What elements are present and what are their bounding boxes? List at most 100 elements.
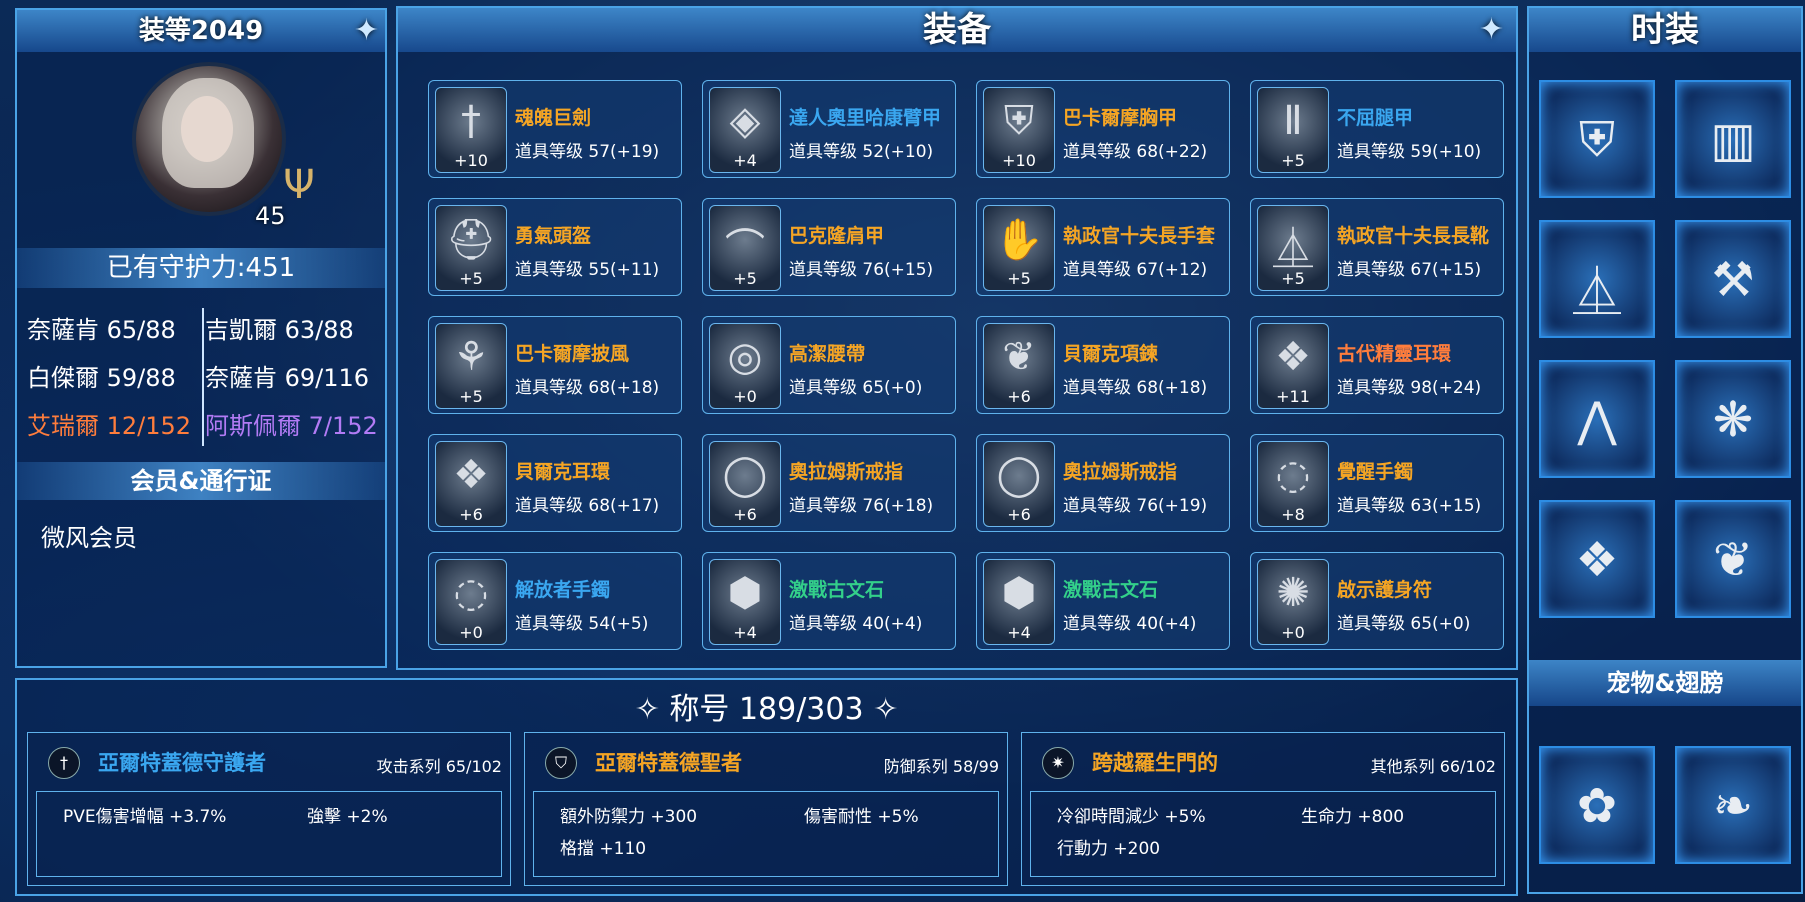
item-level: 道具等级 76(+18) (789, 496, 934, 516)
necklace-icon: ❦ (1712, 532, 1754, 588)
item-level: 道具等级 65(+0) (789, 378, 923, 398)
item-level: 道具等级 68(+18) (1063, 378, 1208, 398)
fashion-slot[interactable]: ▥ (1675, 80, 1791, 198)
equipment-slot[interactable]: ◯ +6 奧拉姆斯戒指 道具等级 76(+19) (976, 434, 1230, 532)
title-name: 亞爾特蓋德守護者 (98, 751, 266, 775)
equipment-panel: 装备 ✦ † +10 魂魄巨劍 道具等级 57(+19) ◈ +4 達人奧里哈康臂… (396, 6, 1518, 670)
stat-item: 吉凱爾 63/88 (205, 316, 354, 344)
enhance-level: +6 (1007, 505, 1031, 524)
equipment-header: 装备 ✦ (398, 8, 1516, 52)
item-name: 激戰古文石 (789, 579, 885, 601)
fashion-slot[interactable]: ❦ (1675, 500, 1791, 618)
item-name: 激戰古文石 (1063, 579, 1159, 601)
equipment-slot[interactable]: † +10 魂魄巨劍 道具等级 57(+19) (428, 80, 682, 178)
pet-slot[interactable]: ❧ (1675, 746, 1791, 864)
enhance-level: +5 (1281, 269, 1305, 288)
fashion-title: 时装 (1631, 10, 1699, 50)
necklace-icon: ❦ +6 (983, 323, 1055, 409)
item-name: 解放者手鐲 (515, 579, 611, 601)
item-name: 高潔腰帶 (789, 343, 866, 365)
pet-slot[interactable]: ✿ (1539, 746, 1655, 864)
shield-icon: ⛉ (545, 747, 577, 779)
item-name: 魂魄巨劍 (515, 107, 592, 129)
item-name: 執政官十夫長長靴 (1337, 225, 1490, 247)
item-level: 道具等级 55(+11) (515, 260, 660, 280)
equipment-slot[interactable]: ⏅ +5 執政官十夫長長靴 道具等级 67(+15) (1250, 198, 1504, 296)
fashion-slot[interactable]: ⚒ (1675, 220, 1791, 338)
item-level: 道具等级 57(+19) (515, 142, 660, 162)
enhance-level: +5 (459, 387, 483, 406)
item-name: 奧拉姆斯戒指 (789, 461, 904, 483)
equipment-slot[interactable]: ◈ +4 達人奧里哈康臂甲 道具等级 52(+10) (702, 80, 956, 178)
title-effect: 傷害耐性 +5% (804, 807, 919, 827)
star-icon: ✷ (1042, 747, 1074, 779)
title-name: 亞爾特蓋德聖者 (595, 751, 742, 775)
boots-icon: ⏅ +5 (1257, 205, 1329, 291)
item-level: 道具等级 76(+19) (1063, 496, 1208, 516)
item-name: 巴卡爾摩披風 (515, 343, 630, 365)
titles-header: ✧ 称号 189/303 ✧ (17, 684, 1516, 728)
equipment-slot[interactable]: ⌒ +5 巴克隆肩甲 道具等级 76(+15) (702, 198, 956, 296)
title-card[interactable]: ✷ 跨越羅生門的 其他系列 66/102 冷卻時間減少 +5% 生命力 +800 行… (1021, 732, 1505, 886)
equipment-slot[interactable]: ⛑ +5 勇氣頭盔 道具等级 55(+11) (428, 198, 682, 296)
chest-armor-icon: ⛨ +10 (983, 87, 1055, 173)
title-series: 攻击系列 65/102 (376, 757, 502, 776)
item-level: 道具等级 67(+12) (1063, 260, 1208, 280)
arrow-right-icon: ✧ (873, 692, 899, 727)
equipment-slot[interactable]: ⬢ +4 激戰古文石 道具等级 40(+4) (976, 552, 1230, 650)
equipment-slot[interactable]: ❖ +6 貝爾克耳環 道具等级 68(+17) (428, 434, 682, 532)
sword-icon: † +10 (435, 87, 507, 173)
title-name: 跨越羅生門的 (1092, 751, 1218, 775)
equipment-slot[interactable]: ⚘ +5 巴卡爾摩披風 道具等级 68(+18) (428, 316, 682, 414)
rune-stone-icon: ⬢ +4 (983, 559, 1055, 645)
character-panel: 装等2049 ✦ Ψ 45 已有守护力:451 奈薩肯 65/88 吉凱爾 63… (15, 8, 387, 668)
fashion-header: 时装 (1529, 8, 1801, 52)
enhance-level: +5 (733, 269, 757, 288)
item-level: 道具等级 65(+0) (1337, 614, 1471, 634)
item-name: 執政官十夫長手套 (1063, 225, 1216, 247)
enhance-level: +0 (459, 623, 483, 642)
enhance-level: +10 (454, 151, 488, 170)
equipment-slot[interactable]: ⛨ +10 巴卡爾摩胸甲 道具等级 68(+22) (976, 80, 1230, 178)
title-effect: PVE傷害增幅 +3.7% (63, 807, 227, 827)
title-effects-box: 冷卻時間減少 +5% 生命力 +800 行動力 +200 (1030, 791, 1496, 877)
fashion-slot[interactable]: ⋀ (1539, 360, 1655, 478)
pet-wings-header: 宠物&翅膀 (1529, 660, 1801, 706)
title-card[interactable]: ⛉ 亞爾特蓋德聖者 防御系列 58/99 額外防禦力 +300 傷害耐性 +5% 格… (524, 732, 1008, 886)
item-name: 不屈腿甲 (1337, 107, 1414, 129)
item-level: 道具等级 76(+15) (789, 260, 934, 280)
item-name: 巴卡爾摩胸甲 (1063, 107, 1178, 129)
equipment-slot[interactable]: ❦ +6 貝爾克項鍊 道具等级 68(+18) (976, 316, 1230, 414)
title-card[interactable]: † 亞爾特蓋德守護者 攻击系列 65/102 PVE傷害增幅 +3.7% 強擊 +… (27, 732, 511, 886)
equipment-slot[interactable]: ◌ +0 解放者手鐲 道具等级 54(+5) (428, 552, 682, 650)
equipment-slot[interactable]: ◯ +6 奧拉姆斯戒指 道具等级 76(+18) (702, 434, 956, 532)
avatar[interactable] (132, 62, 286, 216)
equipment-slot[interactable]: Ⅱ +5 不屈腿甲 道具等级 59(+10) (1250, 80, 1504, 178)
fashion-slot[interactable]: ⛨ (1539, 80, 1655, 198)
equipment-slot[interactable]: ◎ +0 高潔腰帶 道具等级 65(+0) (702, 316, 956, 414)
item-level: 道具等级 59(+10) (1337, 142, 1482, 162)
equipment-slot[interactable]: ◌ +8 覺醒手鐲 道具等级 63(+15) (1250, 434, 1504, 532)
fashion-slot[interactable]: ❖ (1539, 500, 1655, 618)
item-level-text: 装等2049 (138, 16, 264, 46)
item-level: 道具等级 67(+15) (1337, 260, 1482, 280)
enhance-level: +5 (1007, 269, 1031, 288)
fashion-slot[interactable]: ❋ (1675, 360, 1791, 478)
equipment-slot[interactable]: ✺ +0 啟示護身符 道具等级 65(+0) (1250, 552, 1504, 650)
enhance-level: +0 (733, 387, 757, 406)
enhance-level: +8 (1281, 505, 1305, 524)
equipment-slot[interactable]: ❖ +11 古代精靈耳環 道具等级 98(+24) (1250, 316, 1504, 414)
shoulder-icon: ⌒ +5 (709, 205, 781, 291)
gloves-icon: ✋ +5 (983, 205, 1055, 291)
equipment-slot[interactable]: ⬢ +4 激戰古文石 道具等级 40(+4) (702, 552, 956, 650)
equipment-slot[interactable]: ✋ +5 執政官十夫長手套 道具等级 67(+12) (976, 198, 1230, 296)
belt-icon: ◎ +0 (709, 323, 781, 409)
title-effect: 冷卻時間減少 +5% (1057, 807, 1206, 827)
title-effects-box: PVE傷害增幅 +3.7% 強擊 +2% (36, 791, 502, 877)
enhance-level: +4 (1007, 623, 1031, 642)
earring-icon: ❖ +11 (1257, 323, 1329, 409)
boots-icon: ⏅ (1572, 264, 1621, 320)
fashion-slot[interactable]: ⏅ (1539, 220, 1655, 338)
title-effect: 額外防禦力 +300 (560, 807, 698, 827)
title-effect: 生命力 +800 (1301, 807, 1405, 827)
